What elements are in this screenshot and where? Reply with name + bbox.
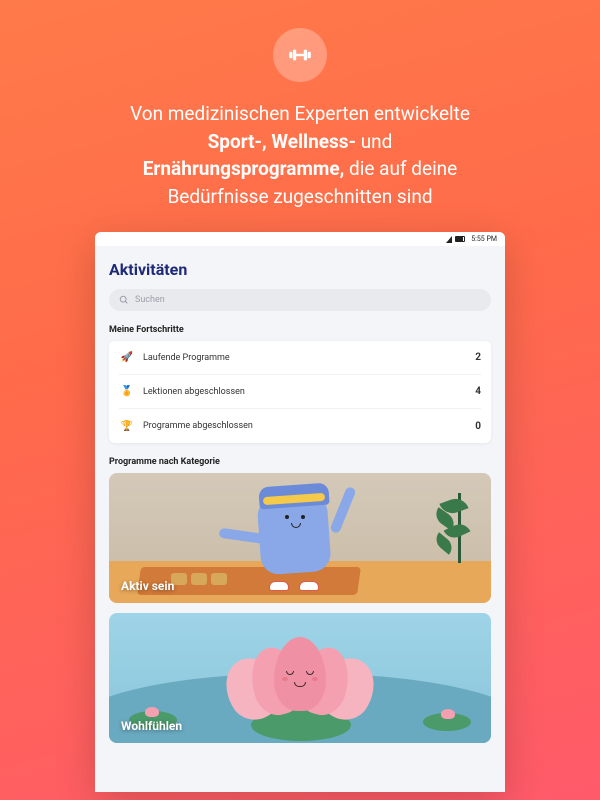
progress-row-running[interactable]: 🚀 Laufende Programme 2 xyxy=(119,341,481,375)
hero-line1: Von medizinischen Experten entwickelte xyxy=(130,102,470,125)
status-bar: 5:55 PM xyxy=(95,232,505,246)
category-card-wohlfuehlen[interactable]: Wohlfühlen xyxy=(109,613,491,743)
progress-value: 4 xyxy=(475,386,481,397)
battery-icon xyxy=(455,236,465,242)
progress-row-completed[interactable]: 🏆 Programme abgeschlossen 0 xyxy=(119,409,481,443)
search-icon xyxy=(119,295,129,305)
hero-icon-circle xyxy=(273,28,327,82)
app-content: Aktivitäten Suchen Meine Fortschritte 🚀 … xyxy=(95,246,505,792)
category-title: Wohlfühlen xyxy=(121,719,182,733)
category-title: Aktiv sein xyxy=(121,579,174,593)
progress-value: 0 xyxy=(475,421,481,432)
search-input[interactable]: Suchen xyxy=(109,289,491,311)
signal-icon xyxy=(446,236,452,243)
hero-line4: Bedürfnisse zugeschnitten sind xyxy=(167,185,432,208)
progress-card: 🚀 Laufende Programme 2 🏅 Lektionen abges… xyxy=(109,341,491,443)
progress-label: Laufende Programme xyxy=(143,353,475,363)
progress-value: 2 xyxy=(475,352,481,363)
hero-text: Von medizinischen Experten entwickelte S… xyxy=(130,100,470,210)
status-time: 5:55 PM xyxy=(471,235,497,243)
device-mockup: 5:55 PM Aktivitäten Suchen Meine Fortsch… xyxy=(95,232,505,792)
progress-row-lessons[interactable]: 🏅 Lektionen abgeschlossen 4 xyxy=(119,375,481,409)
progress-label: Programme abgeschlossen xyxy=(143,421,475,431)
dumbbell-icon xyxy=(287,42,313,68)
hero-line3-bold: Ernährungsprogramme, xyxy=(143,157,345,180)
page-title: Aktivitäten xyxy=(109,260,491,279)
search-placeholder: Suchen xyxy=(135,295,165,305)
lotus-illustration xyxy=(230,635,370,725)
progress-section-label: Meine Fortschritte xyxy=(109,325,491,335)
medal-icon: 🏅 xyxy=(119,386,135,397)
progress-label: Lektionen abgeschlossen xyxy=(143,387,475,397)
trophy-icon: 🏆 xyxy=(119,421,135,432)
category-section-label: Programme nach Kategorie xyxy=(109,457,491,467)
category-card-aktiv-sein[interactable]: Aktiv sein xyxy=(109,473,491,603)
rocket-icon: 🚀 xyxy=(119,352,135,363)
hero-line2-bold: Sport-, Wellness- xyxy=(208,130,356,153)
